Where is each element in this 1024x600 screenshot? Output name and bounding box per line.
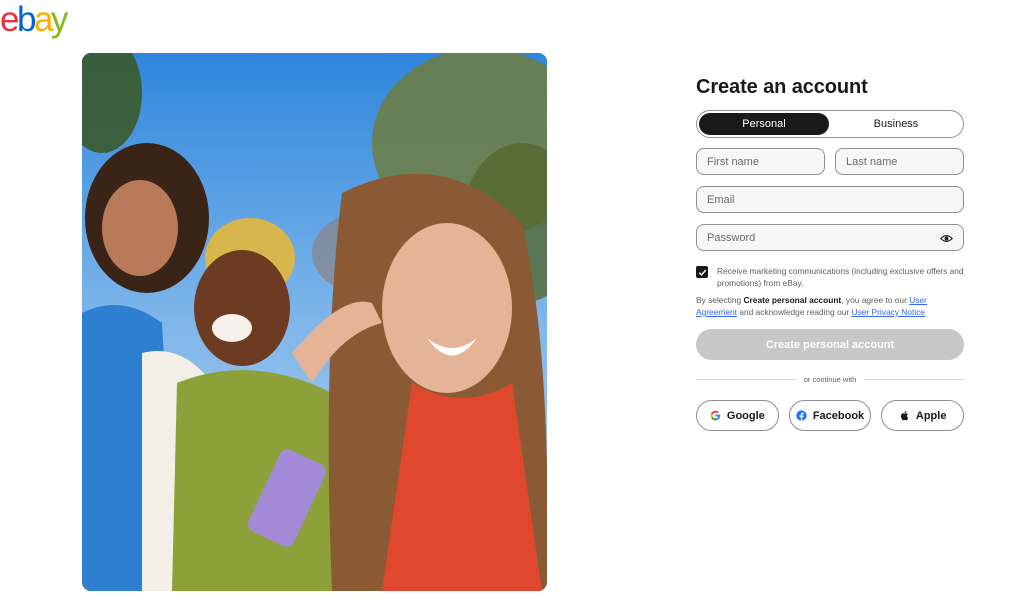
signup-panel: Create an account Personal Business Rece… xyxy=(696,75,965,431)
password-field[interactable] xyxy=(696,224,964,251)
page-title: Create an account xyxy=(696,76,868,98)
ebay-logo[interactable]: ebay xyxy=(0,0,69,39)
password-input[interactable] xyxy=(707,231,963,244)
email-input[interactable] xyxy=(707,193,963,206)
marketing-consent: Receive marketing communications (includ… xyxy=(696,265,964,289)
show-password-eye-icon[interactable] xyxy=(940,232,953,245)
tab-personal[interactable]: Personal xyxy=(699,113,829,135)
marketing-label: Receive marketing communications (includ… xyxy=(717,266,964,288)
logo-letter-b: b xyxy=(16,0,36,39)
google-label: Google xyxy=(726,409,765,422)
create-account-button[interactable]: Create personal account xyxy=(696,329,964,360)
account-type-toggle[interactable]: Personal Business xyxy=(696,110,964,138)
divider-text: or continue with xyxy=(803,375,857,384)
legal-middle: , you agree to our xyxy=(841,295,910,305)
divider-line-left xyxy=(696,379,796,380)
legal-and: and acknowledge reading our xyxy=(736,307,852,317)
first-name-field[interactable] xyxy=(696,148,825,175)
legal-prefix: By selecting xyxy=(696,295,744,305)
first-name-input[interactable] xyxy=(707,155,824,168)
last-name-input[interactable] xyxy=(846,155,963,168)
social-login-buttons: Google Facebook Apple xyxy=(696,400,965,431)
legal-text: By selecting Create personal account, yo… xyxy=(696,294,964,318)
apple-label: Apple xyxy=(915,409,947,422)
hero-photo xyxy=(82,53,547,591)
checkmark-icon xyxy=(698,269,706,276)
apple-button[interactable]: Apple xyxy=(881,400,965,431)
last-name-field[interactable] xyxy=(835,148,964,175)
logo-letter-y: y xyxy=(50,0,69,39)
google-icon xyxy=(710,410,721,421)
email-field[interactable] xyxy=(696,186,964,213)
hero-illustration xyxy=(82,53,547,591)
social-divider: or continue with xyxy=(696,375,964,384)
logo-letter-e: e xyxy=(0,0,19,39)
legal-button-name: Create personal account xyxy=(743,295,842,305)
marketing-checkbox[interactable] xyxy=(696,266,708,278)
facebook-button[interactable]: Facebook xyxy=(788,400,872,431)
facebook-label: Facebook xyxy=(812,409,865,422)
google-button[interactable]: Google xyxy=(696,400,779,431)
logo-letter-a: a xyxy=(33,0,53,39)
apple-icon xyxy=(900,411,909,421)
privacy-notice-link[interactable]: User Privacy Notice xyxy=(852,307,926,317)
divider-line-right xyxy=(864,379,964,380)
facebook-icon xyxy=(796,410,807,421)
tab-business[interactable]: Business xyxy=(831,113,961,135)
